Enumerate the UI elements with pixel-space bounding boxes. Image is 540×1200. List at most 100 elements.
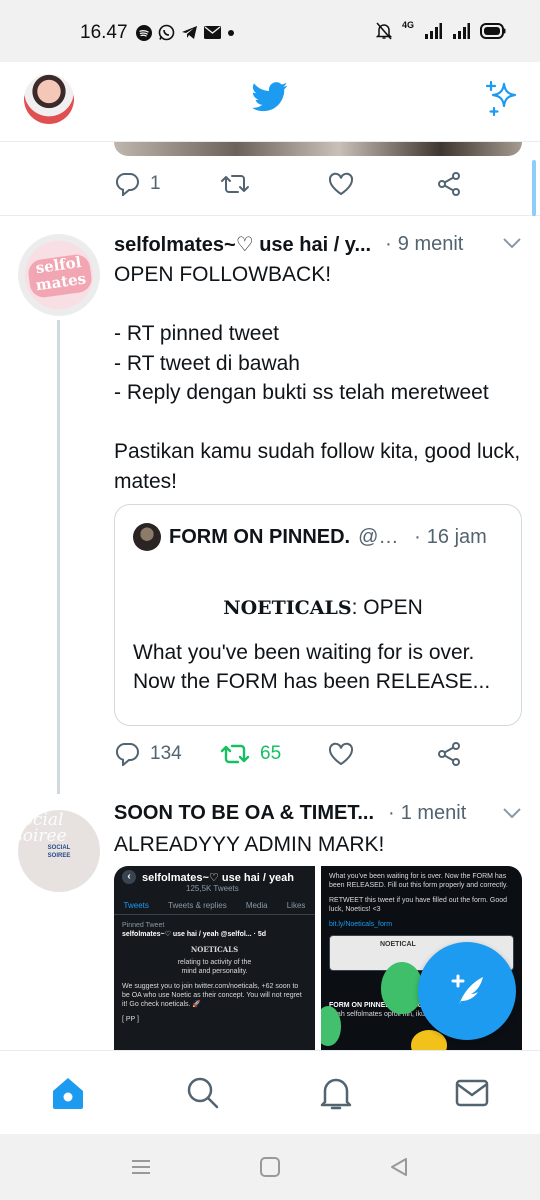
tweet-header: SOON TO BE OA & TIMET... · 1 menit [114, 802, 524, 825]
quoted-line: Now the FORM has been RELEASE... [133, 670, 491, 693]
quoted-tweet[interactable]: FORM ON PINNED. @n... · 16 jam NOETICALS… [114, 504, 522, 726]
quoted-line: What you've been waiting for is over. [133, 640, 475, 664]
recents-icon[interactable] [130, 1156, 152, 1178]
retweet-count: 65 [260, 743, 282, 764]
spotify-icon [136, 24, 152, 41]
quoted-lines: What you've been waiting for is over. No… [133, 638, 513, 697]
notification-icons [136, 24, 235, 41]
search-icon[interactable] [184, 1075, 220, 1111]
back-arrow-icon: ‹ [122, 870, 136, 884]
home-button-icon[interactable] [259, 1156, 281, 1178]
profile-avatar[interactable] [24, 74, 74, 124]
quoted-tweet-time: 16 jam [426, 525, 487, 548]
quoted-author-name: FORM ON PINNED. [169, 525, 351, 548]
share-button[interactable] [436, 172, 462, 196]
quoted-tweet-header: FORM ON PINNED. @n... · 16 jam [133, 523, 505, 551]
separator: · [385, 233, 392, 255]
screenshot-body: Pinned Tweet selfolmates~♡ use hai / yea… [114, 915, 315, 1030]
reply-icon [115, 173, 139, 196]
pinned-author: selfolmates~♡ use hai / yeah @selfol... … [122, 931, 267, 938]
notifications-icon[interactable] [318, 1075, 354, 1111]
previous-tweet[interactable]: 1 [0, 142, 540, 216]
tweet-author-avatar[interactable]: selfol mates [18, 234, 100, 316]
home-icon[interactable] [50, 1075, 86, 1111]
separator: · [388, 802, 395, 824]
tweet-actions: 1 [114, 172, 462, 196]
twitter-bird-icon[interactable] [252, 82, 288, 112]
tweet-actions: 134 65 [114, 742, 462, 766]
share-icon [438, 172, 460, 196]
author-name[interactable]: selfolmates~♡ use hai / y... [114, 232, 371, 257]
signal-icon [425, 23, 442, 39]
pinned-note: We suggest you to join twitter.com/noeti… [122, 983, 302, 1008]
author-name[interactable]: SOON TO BE OA & TIMET... [114, 802, 374, 825]
quoted-title-brand: NOETICALS [223, 597, 352, 619]
thread-line [57, 320, 60, 794]
telegram-icon [182, 26, 197, 39]
tweet-author-avatar[interactable]: social soiree SOCIAL SOIREE [18, 810, 100, 892]
retweet-button[interactable] [220, 173, 328, 195]
chevron-down-icon[interactable] [502, 806, 522, 820]
screenshot-link: bit.ly/Noeticals_form [329, 921, 393, 928]
screenshot-profile-name: selfolmates~♡ use hai / yeah [142, 871, 295, 884]
system-icons: 4G [375, 20, 506, 40]
tweet-text: ALREADYYY ADMIN MARK! [114, 833, 385, 856]
chevron-down-icon[interactable] [502, 236, 522, 250]
reply-button[interactable]: 1 [114, 172, 220, 196]
screenshot-tabs: Tweets Tweets & replies Media Likes [114, 901, 315, 915]
quoted-title-rest: : OPEN [351, 596, 423, 619]
retweet-icon [221, 175, 249, 193]
tweet-time: 1 menit [400, 802, 467, 824]
clock: 16.47 [80, 22, 128, 43]
compose-tweet-button[interactable] [418, 942, 516, 1040]
media-image[interactable]: ‹ selfolmates~♡ use hai / yeah 125,5K Tw… [114, 866, 315, 1050]
pinned-label: Pinned Tweet [122, 922, 165, 929]
share-button[interactable] [436, 742, 462, 766]
dot-icon [228, 29, 234, 36]
top-app-bar [0, 62, 540, 142]
avatar-label: SOCIAL SOIREE [47, 845, 71, 859]
reply-icon [115, 743, 139, 766]
battery-icon [480, 23, 506, 39]
quoted-title: NOETICALS: OPEN [133, 593, 513, 624]
network-type: 4G [401, 20, 414, 30]
screenshot-tab: Media [245, 901, 268, 910]
quoted-author-avatar [133, 523, 161, 551]
separator: · [414, 525, 421, 548]
system-navigation-bar [0, 1134, 540, 1200]
balloon-decoration [381, 962, 423, 1014]
compose-tweet-icon [451, 974, 483, 1005]
back-icon[interactable] [388, 1156, 410, 1178]
whatsapp-icon [158, 24, 175, 41]
signal-icon [453, 23, 470, 39]
pinned-desc: relating to activity of the [177, 959, 252, 966]
bottom-navigation [0, 1050, 540, 1134]
screenshot-tab: Tweets & replies [168, 901, 227, 910]
tweet-header: selfolmates~♡ use hai / y... · 9 menit [114, 232, 524, 257]
retweet-button[interactable]: 65 [220, 743, 328, 765]
pinned-title: NOETICALS [190, 945, 239, 954]
messages-icon[interactable] [454, 1075, 490, 1111]
previous-tweet-media[interactable] [114, 142, 522, 156]
reply-button[interactable]: 134 [114, 742, 220, 766]
quoted-tweet-text: NOETICALS: OPEN What you've been waiting… [133, 593, 513, 697]
pinned-desc: mind and personality. [181, 968, 248, 975]
like-button[interactable] [328, 172, 436, 196]
screenshot-line: What you've been waiting for is over. No… [329, 873, 508, 889]
screenshot-line: RETWEET this tweet if you have filled ou… [329, 897, 508, 913]
screenshot-tweet-count: 125,5K Tweets [186, 884, 239, 893]
screenshot-tab: Tweets [123, 901, 149, 910]
sparkle-icon[interactable] [484, 80, 522, 118]
status-bar: 16.47 4G [0, 0, 540, 62]
share-icon [438, 742, 460, 766]
like-button[interactable] [328, 742, 436, 766]
bell-off-icon [375, 22, 392, 40]
tweet-time: 9 menit [397, 233, 464, 255]
pinned-footer: [ PP ] [122, 1016, 139, 1023]
quoted-author-handle: @n... [358, 525, 403, 548]
heart-icon [328, 172, 354, 196]
tweet-selfolmates[interactable]: selfol mates selfolmates~♡ use hai / y..… [0, 216, 540, 794]
avatar-logo-text: selfol mates [26, 252, 94, 300]
reply-count: 134 [150, 743, 182, 764]
avatar-background-text: social soiree [18, 810, 67, 846]
